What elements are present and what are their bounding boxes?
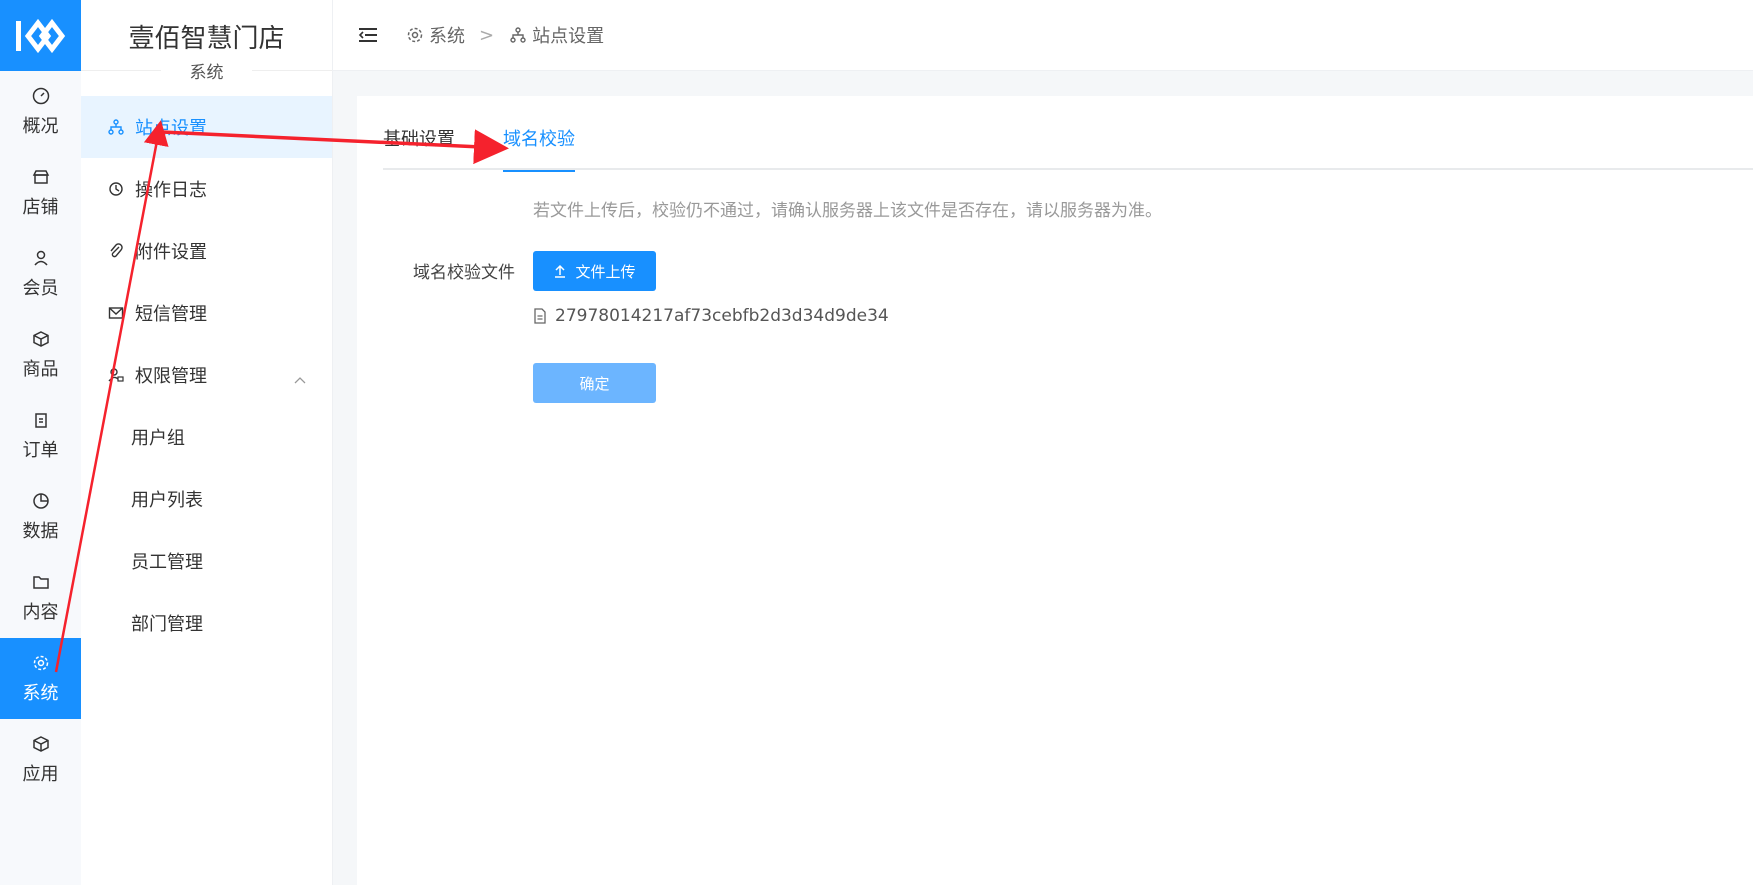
- sidebar-item-site-settings[interactable]: 站点设置: [81, 96, 332, 158]
- sidebar-subitem-department[interactable]: 部门管理: [81, 592, 332, 654]
- sidebar-item-sms[interactable]: 短信管理: [81, 282, 332, 344]
- sidebar-brand: 壹佰智慧门店 系统: [81, 0, 332, 96]
- icon-rail: 概况 店铺 会员 商品 订单 数据 内容 系统 应用: [0, 0, 81, 885]
- tab-domain-verify[interactable]: 域名校验: [503, 126, 575, 172]
- sidebar-item-label: 站点设置: [135, 118, 207, 139]
- user-icon: [31, 248, 51, 268]
- sitemap-icon: [508, 25, 528, 45]
- notice-text: 若文件上传后，校验仍不通过，请确认服务器上该文件是否存在，请以服务器为准。: [533, 201, 1162, 221]
- app-logo[interactable]: [0, 0, 81, 71]
- sidebar-item-label: 短信管理: [135, 304, 207, 325]
- shop-icon: [31, 167, 51, 187]
- rail-item-label: 会员: [22, 277, 59, 299]
- sidebar-item-label: 附件设置: [135, 242, 207, 263]
- upload-button[interactable]: 文件上传: [533, 251, 656, 291]
- top-header: 系统 > 站点设置: [333, 0, 1753, 71]
- main-card: 基础设置 域名校验 若文件上传后，校验仍不通过，请确认服务器上该文件是否存在，请…: [357, 96, 1753, 885]
- breadcrumb-item-system[interactable]: 系统: [429, 22, 465, 48]
- rail-item-system[interactable]: 系统: [0, 638, 81, 719]
- sidebar-subitem-staff[interactable]: 员工管理: [81, 530, 332, 592]
- cube-icon: [31, 734, 51, 754]
- rail-item-shop[interactable]: 店铺: [0, 152, 81, 233]
- rail-item-member[interactable]: 会员: [0, 233, 81, 314]
- rail-item-goods[interactable]: 商品: [0, 314, 81, 395]
- sidebar-item-operation-log[interactable]: 操作日志: [81, 158, 332, 220]
- box-icon: [31, 329, 51, 349]
- rail-item-label: 应用: [22, 763, 59, 785]
- rail-item-label: 商品: [22, 358, 59, 380]
- clipboard-icon: [31, 410, 51, 430]
- upload-button-label: 文件上传: [575, 262, 636, 281]
- rail-item-order[interactable]: 订单: [0, 395, 81, 476]
- sidebar-item-label: 操作日志: [135, 180, 207, 201]
- tab-basic-settings[interactable]: 基础设置: [383, 126, 455, 170]
- chevron-up-icon[interactable]: [294, 368, 306, 389]
- rail-item-label: 概况: [22, 115, 59, 137]
- rail-item-content[interactable]: 内容: [0, 557, 81, 638]
- paperclip-icon: [107, 242, 125, 260]
- rail-item-label: 内容: [22, 601, 59, 623]
- gear-icon: [405, 25, 425, 45]
- pie-chart-icon: [31, 491, 51, 511]
- rail-item-overview[interactable]: 概况: [0, 71, 81, 152]
- brand-name: 壹佰智慧门店: [128, 24, 285, 54]
- breadcrumb-separator: >: [479, 24, 495, 46]
- breadcrumb-item-site-settings: 站点设置: [532, 26, 605, 47]
- document-icon: [533, 307, 549, 325]
- rail-item-data[interactable]: 数据: [0, 476, 81, 557]
- uploaded-file[interactable]: 27978014217af73cebfb2d3d34d9de34: [533, 306, 889, 326]
- breadcrumb: 系统 > 站点设置: [405, 22, 604, 48]
- rail-item-label: 系统: [22, 682, 59, 704]
- folder-icon: [31, 572, 51, 592]
- secondary-sidebar: 壹佰智慧门店 系统 站点设置 操作日志 附件设置 短信管理 权限管理 用户组 用…: [81, 0, 333, 885]
- sidebar-item-permissions[interactable]: 权限管理: [81, 344, 332, 406]
- gear-icon: [31, 653, 51, 673]
- sidebar-subitem-user-group[interactable]: 用户组: [81, 406, 332, 468]
- tab-bar: 基础设置 域名校验: [383, 126, 1753, 172]
- rail-item-label: 店铺: [22, 196, 59, 218]
- file-name: 27978014217af73cebfb2d3d34d9de34: [555, 306, 889, 326]
- rail-item-apps[interactable]: 应用: [0, 719, 81, 800]
- rail-item-label: 订单: [22, 439, 59, 461]
- menu-collapse-icon[interactable]: [357, 24, 379, 46]
- field-label: 域名校验文件: [413, 263, 515, 283]
- history-icon: [107, 180, 125, 198]
- sidebar-item-attachment-settings[interactable]: 附件设置: [81, 220, 332, 282]
- mail-icon: [107, 304, 125, 322]
- sidebar-subitem-user-list[interactable]: 用户列表: [81, 468, 332, 530]
- sitemap-icon: [107, 118, 125, 136]
- upload-icon: [553, 264, 567, 278]
- logo-icon: [15, 18, 65, 53]
- section-title: 系统: [189, 63, 224, 83]
- rail-item-label: 数据: [22, 520, 59, 542]
- sidebar-item-label: 权限管理: [135, 366, 207, 387]
- user-lock-icon: [107, 366, 125, 384]
- dashboard-icon: [31, 86, 51, 106]
- confirm-button[interactable]: 确定: [533, 363, 656, 403]
